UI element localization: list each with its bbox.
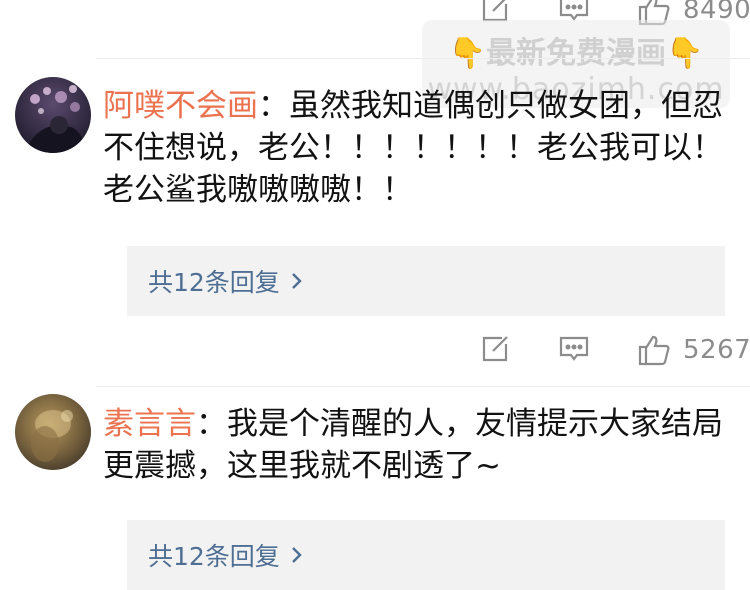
avatar[interactable] [15, 394, 91, 470]
action-row-top: 8490 [0, 0, 750, 30]
username[interactable]: 阿噗不会画 [103, 88, 258, 124]
edit-icon [480, 334, 510, 364]
username[interactable]: 素言言 [103, 406, 196, 442]
thumbs-up-icon [637, 0, 671, 26]
comment-button[interactable] [558, 0, 590, 24]
comment-icon [558, 334, 590, 364]
comment-body: ：我是个清醒的人，友情提示大家结局更震撼，这里我就不剧透了~ [103, 406, 723, 484]
watermark-title: 最新免费漫画 [486, 36, 666, 71]
comment-text: 阿噗不会画：虽然我知道偶创只做女团，但忍不住想说，老公！！！！！！！老公我可以！… [103, 85, 733, 211]
comment-text: 素言言：我是个清醒的人，友情提示大家结局更震撼，这里我就不剧透了~ [103, 403, 733, 487]
chevron-right-icon [290, 545, 304, 565]
repost-button[interactable] [480, 0, 510, 24]
pointing-down-emoji-left: 👇 [448, 36, 486, 71]
avatar[interactable] [15, 77, 91, 153]
divider [96, 386, 750, 387]
pointing-down-emoji-right: 👇 [666, 36, 704, 71]
edit-icon [480, 0, 510, 24]
divider [96, 58, 750, 59]
repost-button[interactable] [480, 334, 510, 364]
reply-count-label: 共12条回复 [148, 268, 280, 297]
chevron-right-icon [290, 271, 304, 291]
like-count: 5267 [683, 335, 750, 365]
action-row: 5267 [0, 334, 750, 370]
reply-thread-button[interactable]: 共12条回复 [127, 520, 725, 590]
like-count: 8490 [683, 0, 750, 25]
thumbs-up-icon [637, 334, 671, 366]
reply-count-label: 共12条回复 [148, 542, 280, 571]
like-button[interactable]: 8490 [637, 0, 750, 26]
comment-icon [558, 0, 590, 24]
reply-thread-button[interactable]: 共12条回复 [127, 246, 725, 316]
like-button[interactable]: 5267 [637, 334, 750, 366]
comment-button[interactable] [558, 334, 590, 364]
